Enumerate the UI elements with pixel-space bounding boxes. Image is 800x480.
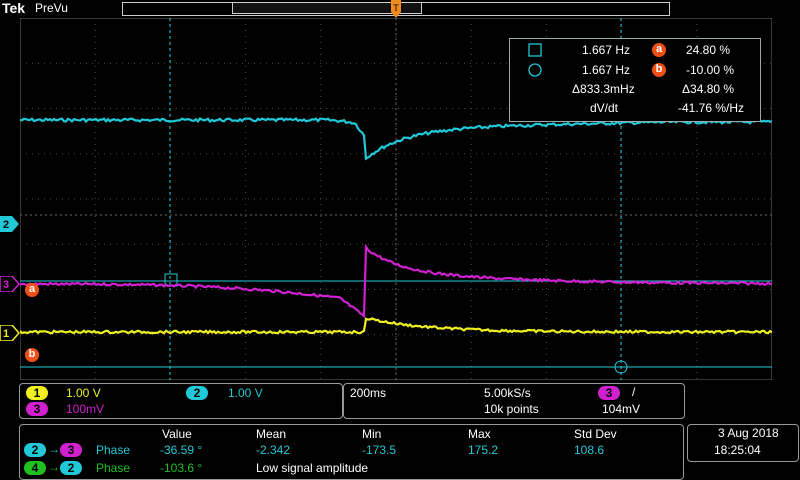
cursor-readout-panel[interactable]: 1.667 Hz a 24.80 % 1.667 Hz b -10.00 % Δ… (509, 38, 761, 122)
sample-rate: 5.00kS/s (484, 386, 531, 400)
meas1-name[interactable]: Phase (96, 443, 130, 457)
circle-cursor-icon (528, 63, 542, 77)
cursor-a-value: 24.80 % (686, 43, 731, 57)
channel-3-badge[interactable]: 3 (26, 402, 48, 416)
cursor-a-icon: a (652, 43, 666, 57)
horizontal-trigger-panel[interactable]: 200ms 5.00kS/s 10k points 3 / 104mV (343, 383, 685, 419)
meas1-mean: -2.342 (256, 443, 291, 457)
trigger-slope-icon[interactable]: / (632, 385, 635, 399)
meas1-dest-badge: 3 (60, 443, 82, 457)
channel-2-scale[interactable]: 1.00 V (228, 386, 263, 400)
channel-3-scale[interactable]: 100mV (66, 402, 104, 416)
date: 3 Aug 2018 (718, 426, 779, 440)
cursor-delta-value: Δ34.80 % (682, 82, 735, 96)
header-max: Max (468, 427, 491, 441)
measurements-panel[interactable]: Value Mean Min Max Std Dev 2 → 3 Phase -… (19, 424, 684, 480)
cursor-b-icon: b (652, 63, 666, 77)
arrow-right-icon: → (48, 460, 60, 474)
dvdt-label: dV/dt (590, 101, 619, 115)
timebase[interactable]: 200ms (350, 386, 386, 400)
cursor-b-time: 1.667 Hz (582, 63, 631, 77)
svg-text:3: 3 (3, 279, 9, 291)
channel-1-badge[interactable]: 1 (26, 386, 48, 400)
trigger-level[interactable]: 104mV (602, 402, 640, 416)
meas2-value: -103.6 ° (160, 461, 203, 475)
meas1-max: 175.2 (468, 443, 499, 457)
header-mean: Mean (256, 427, 287, 441)
square-cursor-icon (528, 43, 542, 57)
header-min: Min (362, 427, 382, 441)
record-length: 10k points (484, 402, 539, 416)
svg-text:1: 1 (3, 328, 9, 340)
dvdt-value: -41.76 %/Hz (678, 101, 745, 115)
cursor-a-marker[interactable]: a (25, 283, 39, 297)
svg-text:T: T (393, 3, 399, 13)
cursor-b-value: -10.00 % (686, 63, 735, 77)
channel-1-scale[interactable]: 1.00 V (66, 386, 101, 400)
trigger-source-badge[interactable]: 3 (598, 386, 620, 400)
channel-3-marker[interactable]: 3 (0, 276, 20, 292)
channel-settings-panel[interactable]: 1 1.00 V 2 1.00 V 3 100mV (19, 383, 343, 419)
channel-1-marker[interactable]: 1 (0, 325, 20, 341)
time: 18:25:04 (714, 443, 761, 457)
cursor-a-time: 1.667 Hz (582, 43, 631, 57)
date-time-panel: 3 Aug 2018 18:25:04 (687, 424, 799, 462)
cursor-delta-time: Δ833.3mHz (572, 82, 635, 96)
meas1-min: -173.5 (362, 443, 397, 457)
channel-2-marker[interactable]: 2 (0, 216, 20, 232)
meas2-name[interactable]: Phase (96, 461, 130, 475)
meas2-source-badge: 4 (24, 461, 46, 475)
meas1-source-badge: 2 (24, 443, 46, 457)
svg-text:2: 2 (3, 219, 9, 231)
arrow-right-icon: → (48, 442, 60, 456)
meas1-value: -36.59 ° (160, 443, 203, 457)
top-bar: Tek PreVu T (0, 0, 800, 18)
header-std-dev: Std Dev (574, 427, 617, 441)
channel-2-badge[interactable]: 2 (186, 386, 208, 400)
meas1-std-dev: 108.6 (574, 443, 605, 457)
meas2-note: Low signal amplitude (256, 461, 369, 475)
acquisition-mode: PreVu (35, 1, 68, 15)
meas2-dest-badge: 2 (60, 461, 82, 475)
header-value: Value (162, 427, 192, 441)
brand-logo: Tek (2, 0, 26, 16)
cursor-b-marker[interactable]: b (25, 348, 39, 362)
